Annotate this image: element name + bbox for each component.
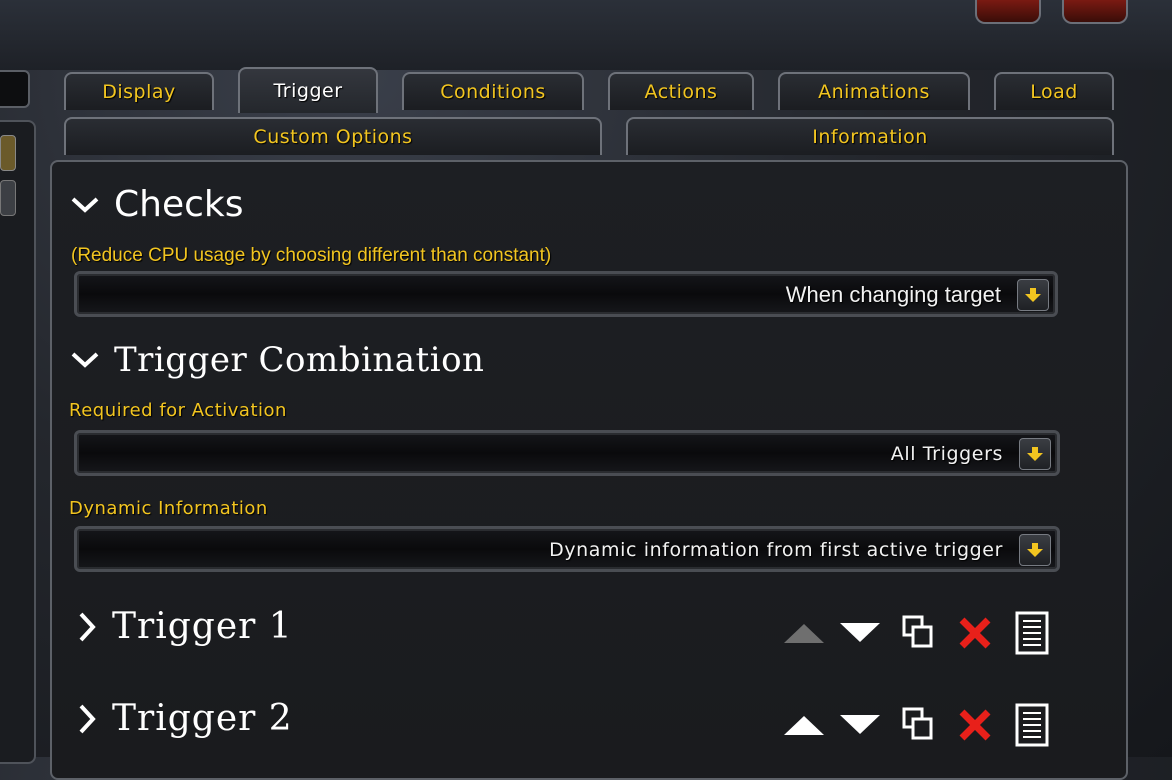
dynamic-information-label: Dynamic Information bbox=[69, 498, 268, 519]
trigger-1-title: Trigger 1 bbox=[112, 606, 293, 647]
trigger-1-header[interactable]: Trigger 1 bbox=[76, 606, 293, 647]
delete-icon[interactable] bbox=[954, 612, 996, 654]
arrow-down-icon[interactable] bbox=[838, 710, 882, 740]
chevron-right-icon bbox=[76, 610, 98, 644]
checks-header[interactable]: Checks bbox=[70, 184, 244, 225]
delete-icon[interactable] bbox=[954, 704, 996, 746]
close-ornament-icon[interactable] bbox=[975, 0, 1041, 24]
dropdown-arrow-icon[interactable] bbox=[1019, 438, 1051, 470]
notes-icon[interactable] bbox=[1012, 702, 1052, 748]
aura-list-panel bbox=[0, 120, 36, 764]
checks-dropdown-value: When changing target bbox=[785, 282, 1001, 307]
arrow-up-icon[interactable] bbox=[782, 618, 826, 648]
search-input[interactable] bbox=[0, 70, 30, 108]
chevron-down-icon bbox=[70, 195, 100, 215]
arrow-down-icon[interactable] bbox=[838, 618, 882, 648]
checks-title: Checks bbox=[114, 184, 244, 225]
trigger-combination-header[interactable]: Trigger Combination bbox=[70, 340, 484, 380]
tab-actions[interactable]: Actions bbox=[608, 72, 754, 110]
duplicate-icon[interactable] bbox=[898, 612, 938, 652]
trigger-2-header[interactable]: Trigger 2 bbox=[76, 698, 293, 739]
trigger-2-title: Trigger 2 bbox=[112, 698, 293, 739]
aura-item-icon[interactable] bbox=[0, 135, 16, 171]
tab-conditions[interactable]: Conditions bbox=[402, 72, 584, 110]
required-activation-label: Required for Activation bbox=[69, 400, 287, 421]
duplicate-icon[interactable] bbox=[898, 704, 938, 744]
tab-animations[interactable]: Animations bbox=[778, 72, 970, 110]
tab-display[interactable]: Display bbox=[64, 72, 214, 110]
chevron-down-icon bbox=[70, 350, 100, 370]
tab-custom-options[interactable]: Custom Options bbox=[64, 117, 602, 155]
checks-hint: (Reduce CPU usage by choosing different … bbox=[71, 245, 552, 266]
tab-load[interactable]: Load bbox=[994, 72, 1114, 110]
aura-item-icon[interactable] bbox=[0, 180, 16, 216]
dropdown-arrow-icon[interactable] bbox=[1017, 279, 1049, 311]
chevron-right-icon bbox=[76, 702, 98, 736]
required-activation-value: All Triggers bbox=[890, 443, 1003, 465]
notes-icon[interactable] bbox=[1012, 610, 1052, 656]
minimize-ornament-icon[interactable] bbox=[1062, 0, 1128, 24]
checks-dropdown[interactable]: When changing target bbox=[74, 271, 1058, 317]
tab-information[interactable]: Information bbox=[626, 117, 1114, 155]
required-activation-dropdown[interactable]: All Triggers bbox=[74, 430, 1060, 476]
dynamic-information-dropdown[interactable]: Dynamic information from first active tr… bbox=[74, 526, 1060, 572]
arrow-up-icon[interactable] bbox=[782, 710, 826, 740]
dropdown-arrow-icon[interactable] bbox=[1019, 534, 1051, 566]
dynamic-information-value: Dynamic information from first active tr… bbox=[549, 539, 1003, 561]
tab-trigger[interactable]: Trigger bbox=[238, 67, 378, 113]
trigger-combination-title: Trigger Combination bbox=[114, 340, 485, 380]
